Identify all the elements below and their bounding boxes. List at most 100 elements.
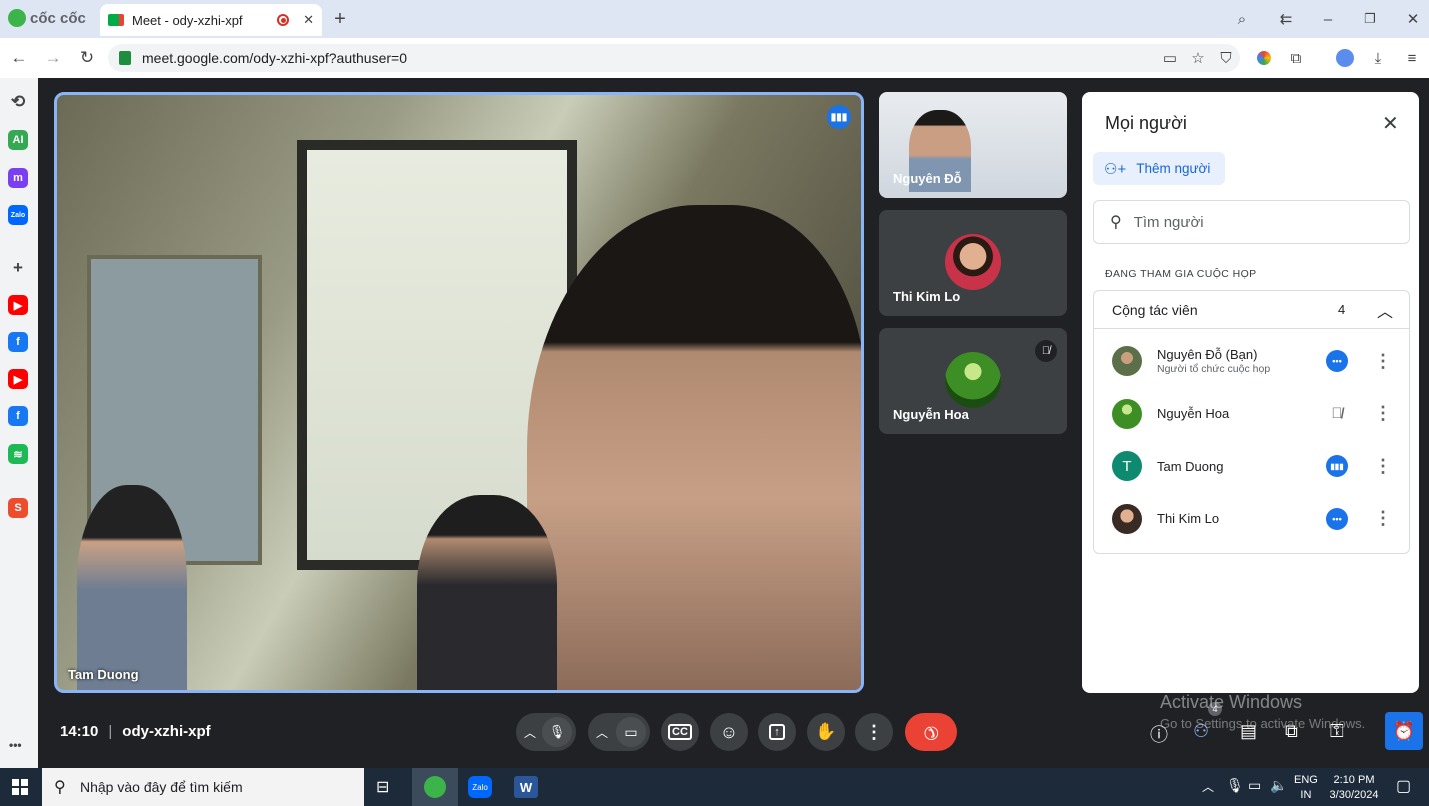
youtube-icon[interactable]: ▶ [8,369,28,389]
group-label: Cộng tác viên [1112,302,1198,318]
back-arrow-icon[interactable]: ← [9,48,29,68]
tab-meet[interactable]: Meet - ody-xzhi-xpf ✕ [100,4,322,36]
bookmark-star-icon[interactable]: ☆ [1188,48,1208,68]
participant-text: Nguyên Đỗ (Bạn) Người tổ chức cuộc họp [1157,347,1270,375]
menu-hamburger-icon[interactable]: ≡ [1402,48,1422,68]
youtube-icon[interactable]: ▶ [8,295,28,315]
collapse-chevron-icon[interactable]: ︿ [1377,298,1393,322]
camera-button[interactable]: ▭ [616,717,646,747]
participant-tile-name: Nguyên Đỗ [893,171,962,186]
back-forward-cache-icon[interactable]: ⇇ [1276,9,1296,29]
participant-avatar [1112,503,1142,534]
shopee-icon[interactable]: S [8,498,28,518]
participant-name: Nguyên Đỗ (Bạn) [1157,347,1258,362]
participant-row[interactable]: Thi Kim Lo ••• ⋮ [1094,493,1410,545]
url-text: meet.google.com/ody-xzhi-xpf?authuser=0 [142,50,407,66]
tray-chevron-icon[interactable]: ︿ [1202,778,1214,795]
volume-icon[interactable]: 🔈 [1270,777,1287,794]
minimize-button[interactable]: – [1318,9,1338,29]
windows-start-icon[interactable] [12,779,28,795]
windows-taskbar: ⚲ Nhập vào đây để tìm kiếm ⊟ Zalo W ︿ 🎙 … [0,768,1429,806]
add-people-button[interactable]: ⚇+ Thêm người [1093,152,1225,185]
participant-tile-3[interactable]: 🎙̸ Nguyễn Hoa [879,328,1067,434]
messenger-icon[interactable]: m [8,168,28,188]
captions-button[interactable]: CC [661,713,699,751]
close-window-button[interactable]: ✕ [1403,9,1423,29]
battery-icon[interactable]: ▭ [1248,777,1261,794]
close-panel-icon[interactable]: ✕ [1382,111,1399,136]
participant-text: Tam Duong [1157,459,1223,474]
emoji-icon: ☺ [719,721,739,742]
zalo-app-icon[interactable]: Zalo [468,776,492,798]
add-icon[interactable]: + [8,258,28,278]
search-people-field[interactable]: ⚲ Tìm người [1093,200,1410,244]
participant-row[interactable]: Nguyễn Hoa 🎙̸ ⋮ [1094,388,1410,440]
participant-tile-1[interactable]: Nguyên Đỗ [879,92,1067,198]
participant-more-icon[interactable]: ⋮ [1374,508,1392,529]
participant-row[interactable]: Nguyên Đỗ (Bạn) Người tổ chức cuộc họp •••… [1094,335,1410,387]
search-icon: ⚲ [1110,214,1122,231]
download-icon[interactable]: ⤓ [1368,48,1388,68]
taskbar-clock[interactable]: 2:10 PM 3/30/2024 [1326,773,1382,803]
forward-arrow-icon[interactable]: → [43,48,63,68]
language-indicator[interactable]: ENG IN [1294,773,1318,803]
more-options-button[interactable]: ⋮ [855,713,893,751]
facebook-icon[interactable]: f [8,332,28,352]
participant-more-icon[interactable]: ⋮ [1374,403,1392,424]
zalo-icon[interactable]: Zalo [8,205,28,225]
participant-avatar [1112,398,1142,429]
ai-icon[interactable]: AI [8,130,28,150]
reload-icon[interactable]: ↻ [77,48,97,68]
participant-more-icon[interactable]: ⋮ [1374,456,1392,477]
restore-button[interactable]: ❐ [1360,9,1380,29]
participant-avatar [945,234,1001,290]
extensions-puzzle-icon[interactable]: ⧉ [1286,48,1306,68]
taskbar-coccoc-app[interactable] [412,768,458,806]
raise-hand-button[interactable]: ✋ [807,713,845,751]
facebook-icon[interactable]: f [8,406,28,426]
camera-indicator-icon[interactable]: ▭ [1160,48,1180,68]
present-button[interactable]: ↑ [758,713,796,751]
browser-logo[interactable]: cốc cốc [8,9,86,27]
main-video-tile[interactable]: ▮▮▮ Tam Duong [54,92,864,693]
hand-icon: ✋ [815,722,837,741]
tray-mic-icon[interactable]: 🎙 [1226,777,1244,794]
meet-area: ▮▮▮ Tam Duong Nguyên Đỗ Thi Kim Lo 🎙̸ Ng… [40,78,1429,768]
group-header[interactable]: Cộng tác viên 4 ︿ [1094,291,1409,329]
participant-more-icon[interactable]: ⋮ [1374,351,1392,372]
profile-avatar-icon[interactable] [1335,48,1355,68]
shield-icon[interactable]: ⛉ [1216,48,1236,68]
meeting-time: 14:10 [60,723,99,740]
activate-windows-title: Activate Windows [1160,692,1303,712]
participant-tile-name: Nguyễn Hoa [893,407,969,422]
mic-button[interactable]: 🎙 [542,717,572,747]
group-count: 4 [1338,302,1346,317]
taskbar-search[interactable]: ⚲ Nhập vào đây để tìm kiếm [42,768,364,806]
notification-icon[interactable]: ▢ [1396,776,1411,796]
main-speaker-name: Tam Duong [68,667,139,682]
status-dots-icon: ••• [1326,507,1348,530]
tab-search-icon[interactable]: ⌕ [1232,9,1252,29]
leave-call-button[interactable]: ✆ [905,713,957,751]
participant-avatar [1112,346,1142,376]
participant-tile-2[interactable]: Thi Kim Lo [879,210,1067,316]
tab-close-icon[interactable]: ✕ [303,12,314,28]
language-bottom: IN [1300,789,1312,801]
history-icon[interactable]: ⟲ [8,92,28,112]
new-tab-button[interactable]: + [330,8,350,30]
camera-options-chevron-icon[interactable]: ︿ [596,724,608,741]
address-bar[interactable]: meet.google.com/ody-xzhi-xpf?authuser=0 … [108,44,1240,72]
video-person-middle [417,495,557,690]
browser-brand-label: cốc cốc [30,9,86,27]
task-view-icon[interactable]: ⊟ [376,777,389,797]
reactions-button[interactable]: ☺ [710,713,748,751]
search-placeholder: Tìm người [1133,213,1204,231]
participant-subtitle: Người tổ chức cuộc họp [1157,363,1271,375]
word-app-icon[interactable]: W [514,776,538,798]
participant-row[interactable]: T Tam Duong ▮▮▮ ⋮ [1094,440,1410,492]
alarm-clock-icon[interactable]: ⏰ [1385,712,1423,750]
sidebar-more-button[interactable]: ••• [9,738,22,752]
mic-options-chevron-icon[interactable]: ︿ [524,724,536,741]
spotify-icon[interactable]: ≋ [8,444,28,464]
extension-color-icon[interactable] [1254,48,1274,68]
